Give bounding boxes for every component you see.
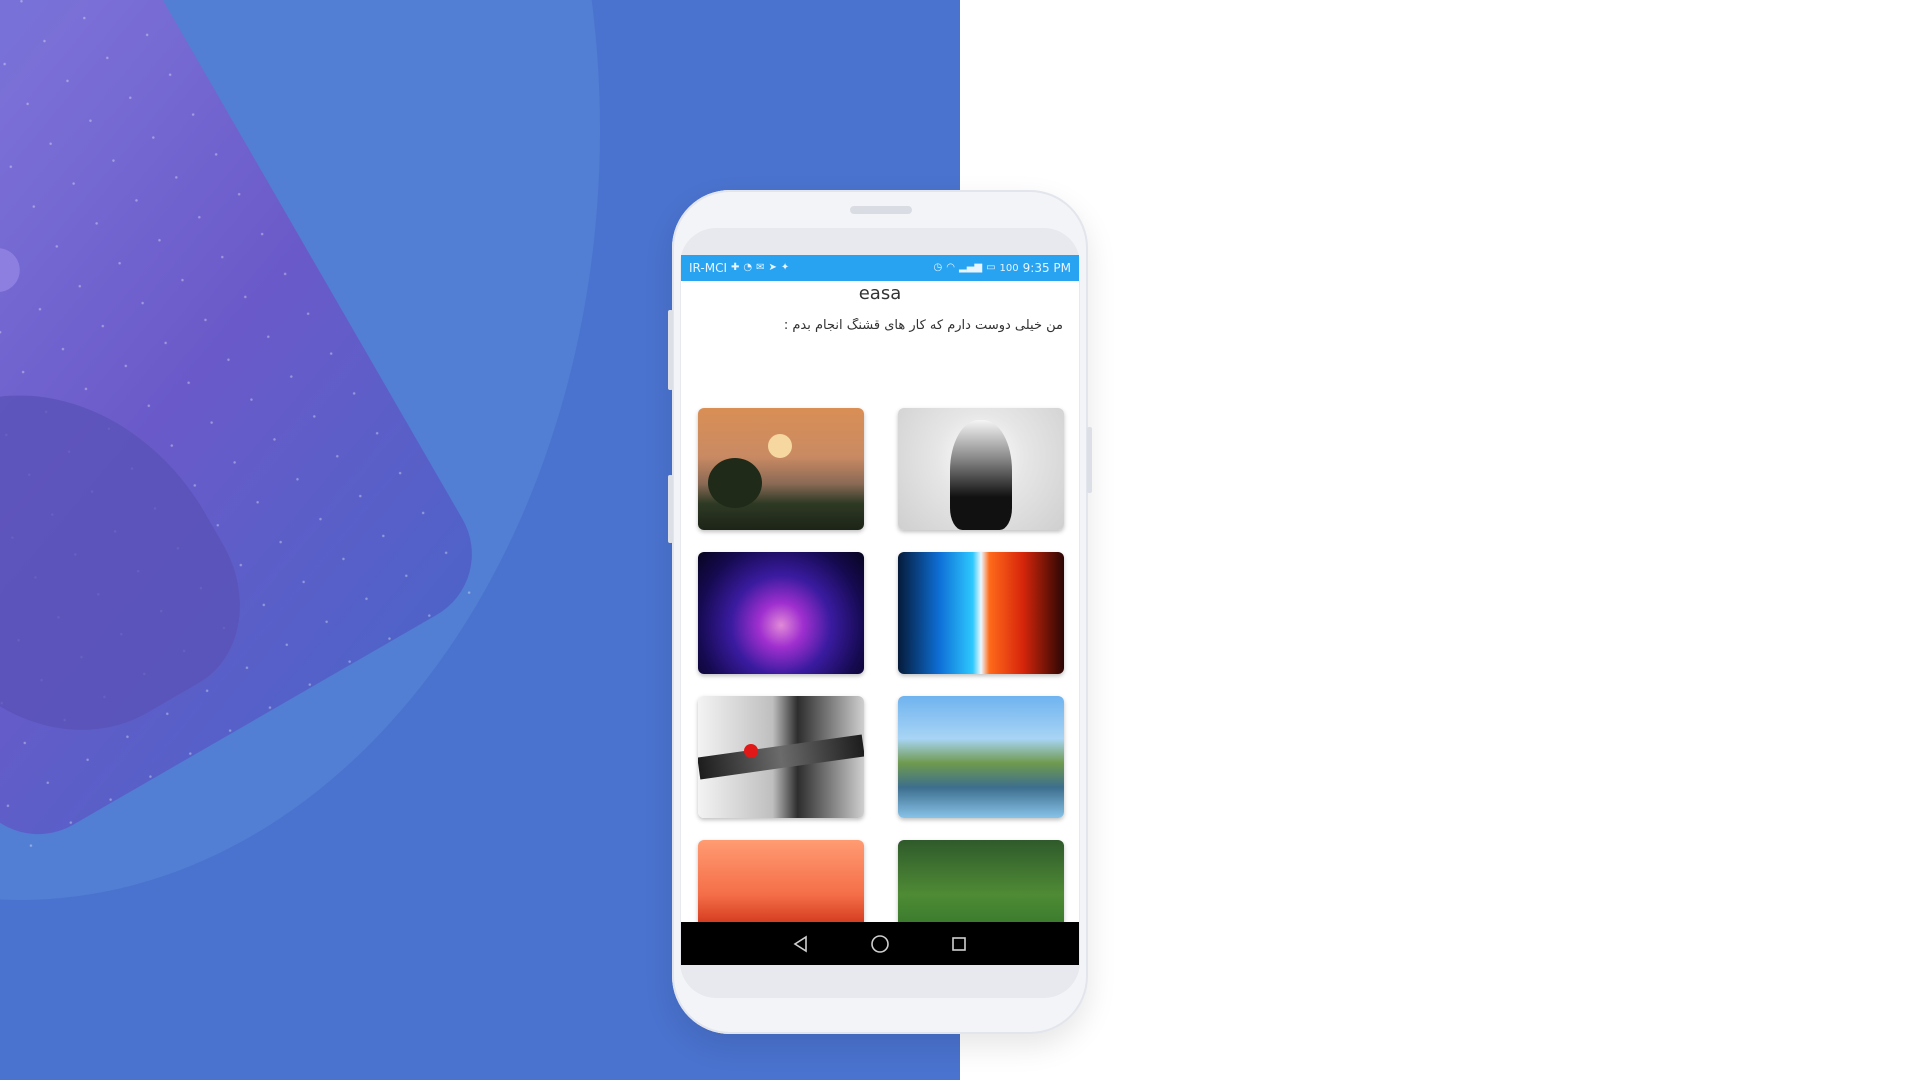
bio-text: من خیلی دوست دارم که کار های قشنگ انجام … [783, 318, 1063, 333]
sword-shape [698, 734, 864, 780]
back-icon [793, 935, 807, 952]
phone-screen: IR-MCI ✚ ◔ ✉ ➤ ✦ ◷ ◠ ▂▄▆ ▭ 100 9:35 PM e… [681, 255, 1079, 965]
mail-icon: ✉ [756, 262, 765, 273]
nebula-image[interactable] [698, 552, 864, 674]
tree-shape [708, 458, 762, 508]
head-shape [950, 420, 1012, 530]
sword-image[interactable] [698, 696, 864, 818]
power-button [1087, 427, 1092, 493]
carrier-label: IR-MCI [689, 261, 727, 275]
clock-label: 9:35 PM [1022, 261, 1071, 275]
phone-speaker [850, 206, 912, 214]
fire-ice-spheres-image[interactable] [898, 552, 1064, 674]
battery-label: 100 [999, 262, 1019, 274]
navigation-bar [681, 922, 1079, 965]
volume-up-button [668, 310, 673, 390]
recents-button[interactable] [947, 932, 971, 956]
battery-icon: ▭ [986, 262, 996, 273]
usb-icon: ✚ [731, 262, 740, 273]
wifi-icon: ◠ [946, 262, 956, 273]
home-icon [871, 934, 889, 953]
back-button[interactable] [789, 932, 813, 956]
gem-shape [744, 744, 758, 758]
alarm-icon: ◷ [933, 262, 943, 273]
landscape-sunset-image[interactable] [698, 408, 864, 530]
volume-down-button [668, 475, 673, 543]
status-bar-right: ◷ ◠ ▂▄▆ ▭ 100 9:35 PM [934, 261, 1071, 275]
image-grid [698, 408, 1064, 962]
head-silhouette-image[interactable] [898, 408, 1064, 530]
alarm-small-icon: ◔ [743, 262, 753, 273]
status-bar-left: IR-MCI ✚ ◔ ✉ ➤ ✦ [689, 261, 789, 275]
telegram-icon: ➤ [768, 262, 777, 273]
twitter-icon: ✦ [780, 262, 790, 273]
sun-shape [768, 434, 792, 458]
signal-icon: ▂▄▆ [959, 262, 983, 273]
app-title: easa [858, 283, 902, 304]
floating-islands-image[interactable] [898, 696, 1064, 818]
status-bar: IR-MCI ✚ ◔ ✉ ➤ ✦ ◷ ◠ ▂▄▆ ▭ 100 9:35 PM [681, 255, 1079, 281]
home-button[interactable] [868, 932, 892, 956]
recents-icon [952, 936, 967, 951]
